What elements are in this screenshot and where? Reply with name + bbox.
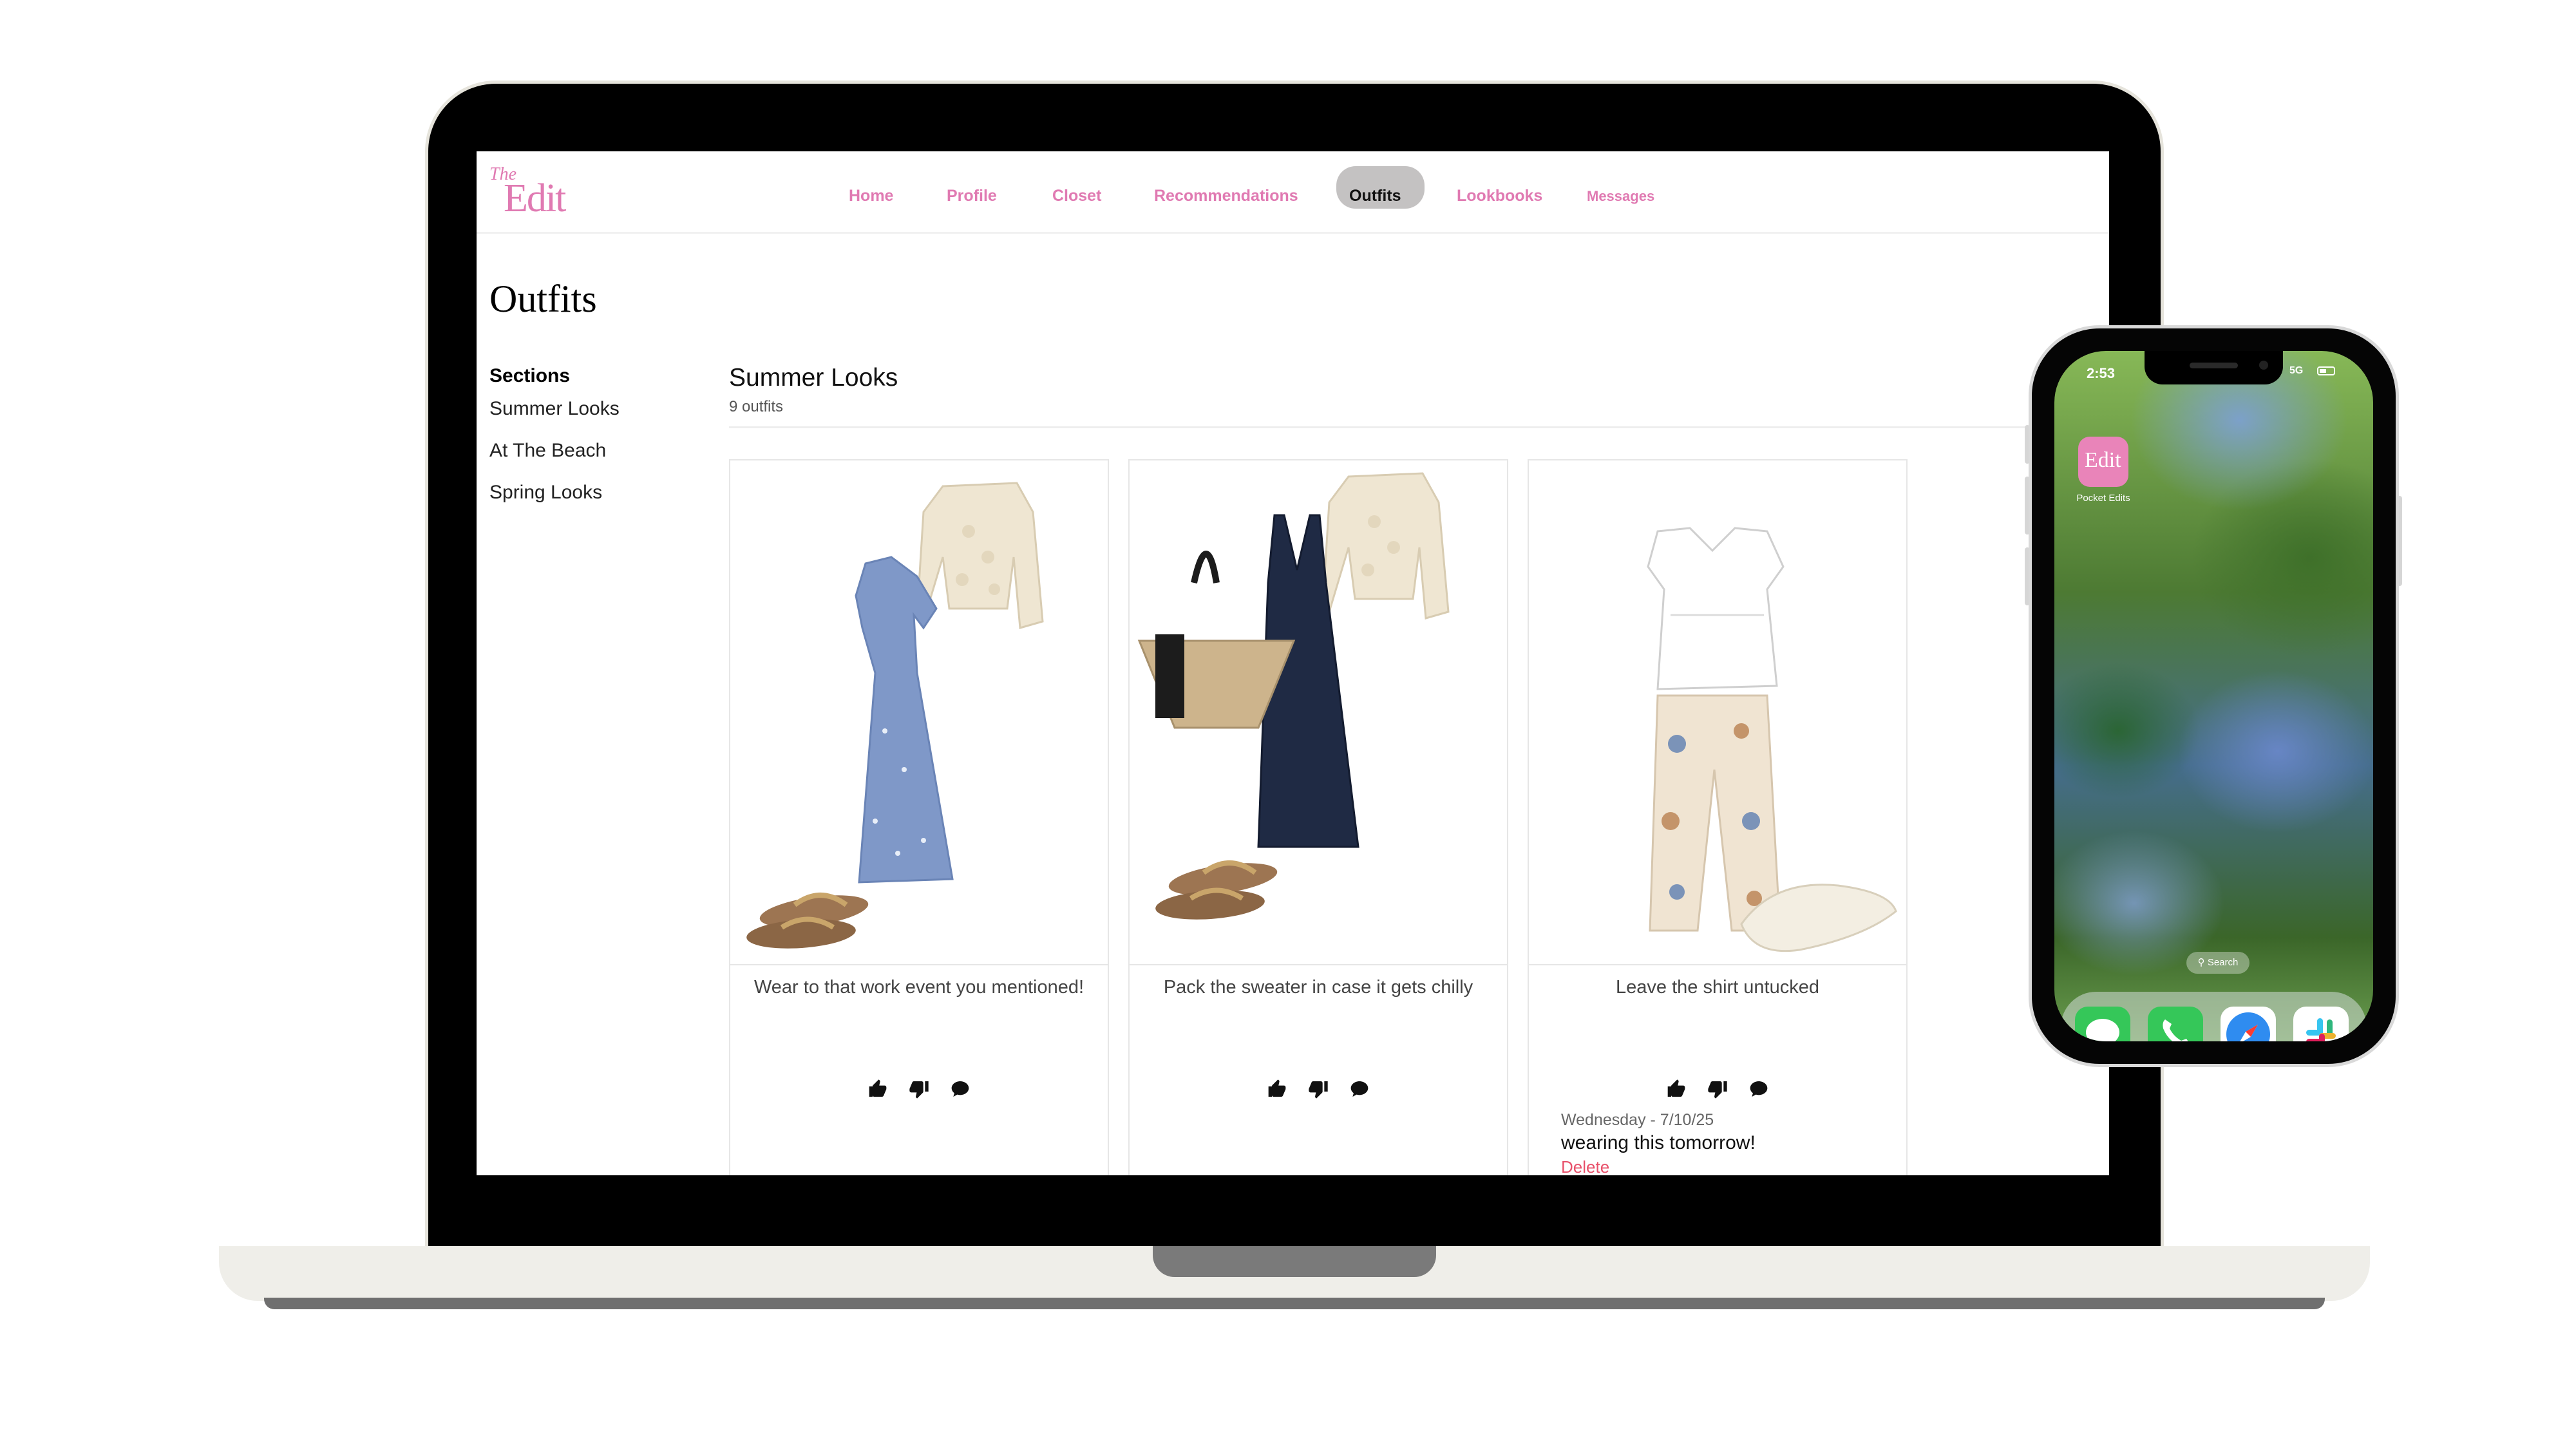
outfit-caption: Wear to that work event you mentioned! xyxy=(753,977,1084,998)
dynamic-island xyxy=(2145,351,2283,384)
sections-heading: Sections xyxy=(489,365,571,386)
comment-icon[interactable] xyxy=(1739,1079,1778,1103)
section-link-spring-looks[interactable]: Spring Looks xyxy=(489,482,602,504)
comment-icon[interactable] xyxy=(1340,1079,1379,1103)
cream-cardigan-icon xyxy=(1321,472,1450,620)
thumbs-down-icon[interactable] xyxy=(1698,1079,1737,1103)
collection-title: Summer Looks xyxy=(729,364,898,392)
comment-text: wearing this tomorrow! xyxy=(1561,1132,1756,1153)
top-navbar: The Edit Home Profile Closet Recommendat… xyxy=(477,151,2109,234)
outfit-card[interactable]: Wear to that work event you mentioned! xyxy=(729,459,1109,1175)
comment-icon[interactable] xyxy=(941,1079,980,1103)
nav-closet[interactable]: Closet xyxy=(1052,187,1101,205)
slack-icon[interactable] xyxy=(2293,1007,2349,1041)
outfit-card[interactable]: Pack the sweater in case it gets chilly xyxy=(1128,459,1508,1175)
phone-home-screen: 2:53 5G Edit Pocket Edits ⚲ Search xyxy=(2054,351,2373,1041)
comment-delete-link[interactable]: Delete xyxy=(1561,1157,1609,1175)
battery-icon xyxy=(2317,366,2335,375)
outfit-card[interactable]: Leave the shirt untucked Wednesday - 7/1… xyxy=(1528,459,1908,1175)
phone-icon[interactable] xyxy=(2148,1007,2203,1041)
thumbs-down-icon[interactable] xyxy=(1299,1079,1338,1103)
nav-messages[interactable]: Messages xyxy=(1587,188,1654,205)
outfit-image[interactable] xyxy=(1130,460,1507,965)
thumbs-down-icon[interactable] xyxy=(900,1079,938,1103)
safari-icon[interactable] xyxy=(2221,1007,2276,1041)
messages-icon[interactable] xyxy=(2075,1007,2130,1041)
outfit-image[interactable] xyxy=(1529,460,1906,965)
nav-profile[interactable]: Profile xyxy=(947,187,997,205)
collection-count: 9 outfits xyxy=(729,398,784,415)
home-search-button[interactable]: ⚲ Search xyxy=(2186,952,2249,974)
brown-sandals-icon xyxy=(1155,860,1278,920)
laptop-notch xyxy=(1153,1246,1436,1277)
printed-trousers-icon xyxy=(1649,694,1781,932)
laptop-base-shadow xyxy=(264,1298,2325,1309)
divider xyxy=(729,426,2109,428)
app-label: Pocket Edits xyxy=(2076,493,2130,504)
section-link-summer-looks[interactable]: Summer Looks xyxy=(489,398,620,420)
pocket-edits-app-icon[interactable]: Edit xyxy=(2078,437,2128,487)
page-title: Outfits xyxy=(489,278,597,320)
brown-sandals-icon xyxy=(746,893,869,949)
section-link-at-the-beach[interactable]: At The Beach xyxy=(489,440,606,462)
search-label: Search xyxy=(2207,957,2239,968)
logo-text-large: Edit xyxy=(504,176,566,220)
dock xyxy=(2061,992,2367,1041)
outfit-caption: Leave the shirt untucked xyxy=(1616,977,1819,998)
phone-frame: 2:53 5G Edit Pocket Edits ⚲ Search xyxy=(2029,325,2399,1067)
outfit-caption: Pack the sweater in case it gets chilly xyxy=(1163,977,1473,998)
outfit-actions xyxy=(730,1079,1108,1103)
blue-floral-dress-icon xyxy=(855,556,954,884)
nav-recommendations[interactable]: Recommendations xyxy=(1154,187,1298,205)
outfit-actions xyxy=(1130,1079,1507,1103)
search-icon: ⚲ xyxy=(2197,957,2205,968)
status-time: 2:53 xyxy=(2087,365,2116,381)
white-blouse-icon xyxy=(1647,527,1785,690)
thumbs-up-icon[interactable] xyxy=(858,1079,897,1103)
outfit-actions xyxy=(1529,1079,1906,1103)
app-icon-text: Edit xyxy=(2085,448,2121,472)
status-network: 5G xyxy=(2289,365,2304,376)
app-logo[interactable]: The Edit xyxy=(489,163,580,227)
laptop-screen: The Edit Home Profile Closet Recommendat… xyxy=(477,151,2109,1175)
nav-home[interactable]: Home xyxy=(849,187,893,205)
thumbs-up-icon[interactable] xyxy=(1657,1079,1696,1103)
nav-lookbooks[interactable]: Lookbooks xyxy=(1457,187,1542,205)
nav-outfits[interactable]: Outfits xyxy=(1349,187,1401,205)
outfit-image[interactable] xyxy=(730,460,1108,965)
comment-date: Wednesday - 7/10/25 xyxy=(1561,1111,1714,1129)
thumbs-up-icon[interactable] xyxy=(1258,1079,1296,1103)
